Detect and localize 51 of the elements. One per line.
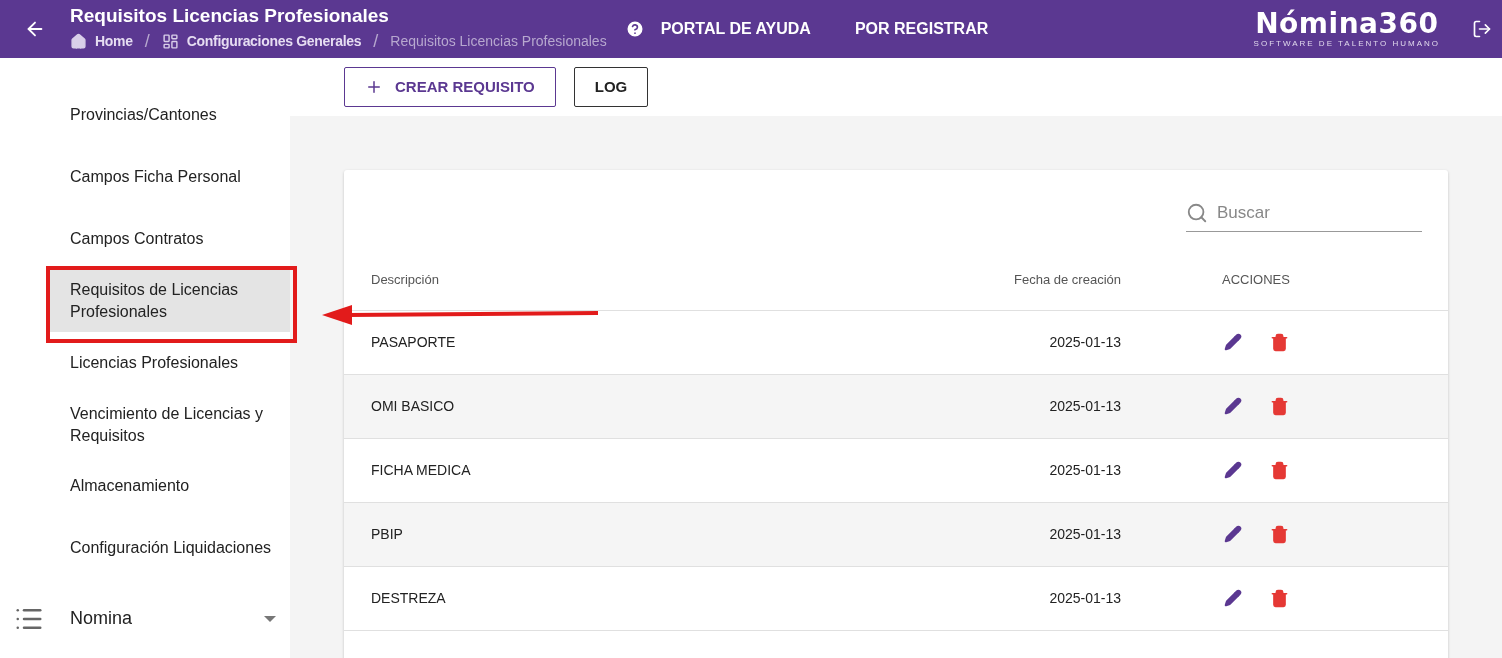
caret-icon (264, 615, 276, 622)
column-header: Descripción (371, 271, 440, 290)
sidebar-item[interactable]: Vencimiento de Licencias y Requisitos (0, 393, 290, 456)
sidebar-item[interactable]: Campos Ficha Personal (0, 145, 290, 208)
sidebar-item[interactable]: Almacenamiento (0, 455, 290, 518)
table-cell-text: FICHA MEDICA (371, 461, 472, 480)
logo-tagline: SOFTWARE DE TALENTO HUMANO (1253, 39, 1440, 49)
breadcrumb-link[interactable]: Home (95, 30, 133, 52)
header-link[interactable]: POR REGISTRAR (854, 17, 989, 41)
table-cell-text: 2025-01-13 (1049, 461, 1121, 480)
log-button[interactable]: LOG (573, 67, 649, 107)
column-header: Fecha de creación (1014, 271, 1121, 290)
sidebar-item[interactable]: Requisitos de Licencias Profesionales (50, 269, 292, 332)
sidebar-section[interactable]: Nomina (0, 579, 290, 658)
table-cell-text: OMI BASICO (371, 397, 456, 416)
help-icon (624, 19, 645, 39)
delete-icon[interactable] (1269, 461, 1289, 480)
table-cell-text: PASAPORTE (371, 333, 457, 352)
edit-icon[interactable] (1223, 525, 1242, 543)
breadcrumb-separator: / (143, 29, 151, 53)
search-field[interactable]: Buscar (1186, 194, 1422, 232)
edit-icon[interactable] (1223, 333, 1242, 351)
table-cell-text: 2025-01-13 (1049, 397, 1121, 416)
table-cell-text: PBIP (371, 525, 404, 544)
sidebar-item[interactable]: Provincias/Cantones (0, 84, 290, 146)
header-link[interactable]: PORTAL DE AYUDA (624, 17, 811, 41)
delete-icon[interactable] (1269, 589, 1289, 608)
delete-icon[interactable] (1269, 525, 1289, 544)
search-icon (1186, 202, 1208, 224)
breadcrumb-separator: / (372, 29, 380, 53)
table-cell-text: 2025-01-13 (1049, 589, 1121, 608)
table-cell-text: DESTREZA (371, 589, 447, 608)
home-icon (70, 32, 87, 50)
sidebar-item[interactable]: Configuración Liquidaciones (0, 517, 290, 580)
column-header: ACCIONES (1222, 271, 1290, 290)
sidebar-item[interactable]: Campos Contratos (0, 207, 290, 270)
edit-icon[interactable] (1223, 589, 1242, 607)
delete-icon[interactable] (1269, 333, 1289, 352)
edit-icon[interactable] (1223, 461, 1242, 479)
plus-icon (365, 78, 383, 96)
logout-icon[interactable] (1472, 19, 1492, 39)
delete-icon[interactable] (1269, 397, 1289, 416)
sidebar-item[interactable]: Licencias Profesionales (0, 331, 290, 394)
grid-icon (161, 32, 179, 50)
table-cell-text: 2025-01-13 (1049, 525, 1121, 544)
edit-icon[interactable] (1223, 397, 1242, 415)
table-cell-text: 2025-01-13 (1049, 333, 1121, 352)
logo-name: Nómina360 (1255, 9, 1439, 39)
breadcrumb-link[interactable]: Configuraciones Generales (186, 30, 362, 52)
create-button[interactable]: CREAR REQUISITO (344, 67, 556, 107)
page-title: Requisitos Licencias Profesionales (70, 3, 390, 28)
